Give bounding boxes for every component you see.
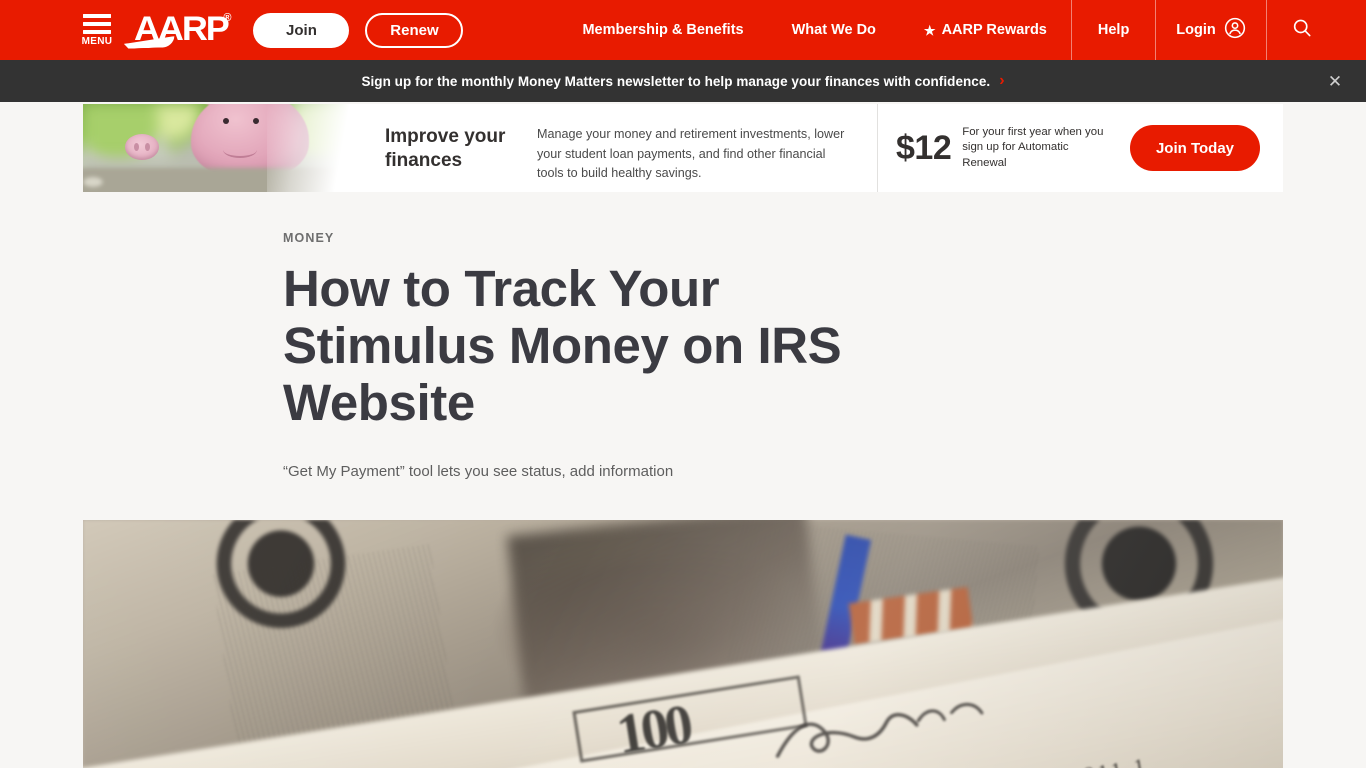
promo-offer: $12 For your first year when you sign up… — [877, 104, 1278, 192]
piggy-bank-eye-left — [223, 118, 229, 124]
membership-promo-card: Improve your finances Manage your money … — [83, 104, 1283, 192]
promo-description: Manage your money and retirement investm… — [537, 127, 845, 181]
image-fade-overlay — [267, 104, 383, 192]
menu-button-label: MENU — [81, 35, 113, 47]
join-button[interactable]: Join — [253, 12, 350, 48]
site-header: MENU AARP ® Join Renew Membership & Bene… — [0, 0, 1366, 60]
search-icon — [1291, 17, 1313, 43]
piggy-bank-snout — [125, 134, 159, 160]
renew-button[interactable]: Renew — [365, 12, 464, 48]
page-title: How to Track Your Stimulus Money on IRS … — [283, 260, 842, 432]
nav-item-login[interactable]: Login — [1156, 0, 1265, 60]
piggy-bank-eye-right — [253, 118, 259, 124]
aarp-logo[interactable]: AARP ® — [134, 12, 231, 46]
promo-headline: Improve your finances — [385, 126, 506, 172]
piggy-bank-image — [83, 104, 383, 192]
aarp-logo-text: AARP — [134, 10, 230, 48]
hero-photo-sheen — [83, 520, 1283, 768]
article-hero-image: 100 ICTURE ONEY 15-51 000 P 911,1 — [83, 520, 1283, 768]
promo-section: Improve your finances Manage your money … — [0, 102, 1366, 192]
article-header: MONEY How to Track Your Stimulus Money o… — [83, 192, 1283, 482]
piggy-bank-mouth — [223, 142, 257, 158]
promo-price: $12 — [896, 129, 952, 167]
nav-item-aarp-rewards-label: AARP Rewards — [941, 22, 1047, 38]
nav-item-help[interactable]: Help — [1072, 0, 1155, 60]
close-icon[interactable]: ✕ — [1322, 68, 1348, 94]
primary-nav: Membership & Benefits What We Do ★ AARP … — [558, 0, 1336, 60]
user-account-icon — [1224, 17, 1246, 43]
star-icon: ★ — [923, 22, 936, 38]
join-today-button[interactable]: Join Today — [1129, 125, 1260, 171]
promo-price-subtext: For your first year when you sign up for… — [962, 125, 1104, 169]
nav-item-membership-benefits[interactable]: Membership & Benefits — [558, 0, 767, 60]
hamburger-icon — [83, 13, 111, 34]
newsletter-notification-text: Sign up for the monthly Money Matters ne… — [361, 73, 991, 89]
article-category-label[interactable]: MONEY — [83, 231, 1283, 245]
nav-item-what-we-do[interactable]: What We Do — [768, 0, 900, 60]
newsletter-notification-bar: Sign up for the monthly Money Matters ne… — [0, 60, 1366, 102]
chevron-right-icon[interactable]: › — [999, 73, 1004, 89]
search-button[interactable] — [1267, 0, 1337, 60]
nav-item-aarp-rewards[interactable]: ★ AARP Rewards — [900, 0, 1071, 60]
menu-button[interactable]: MENU — [70, 0, 124, 60]
nav-item-login-label: Login — [1176, 22, 1216, 38]
article-subtitle: “Get My Payment” tool lets you see statu… — [283, 463, 674, 481]
